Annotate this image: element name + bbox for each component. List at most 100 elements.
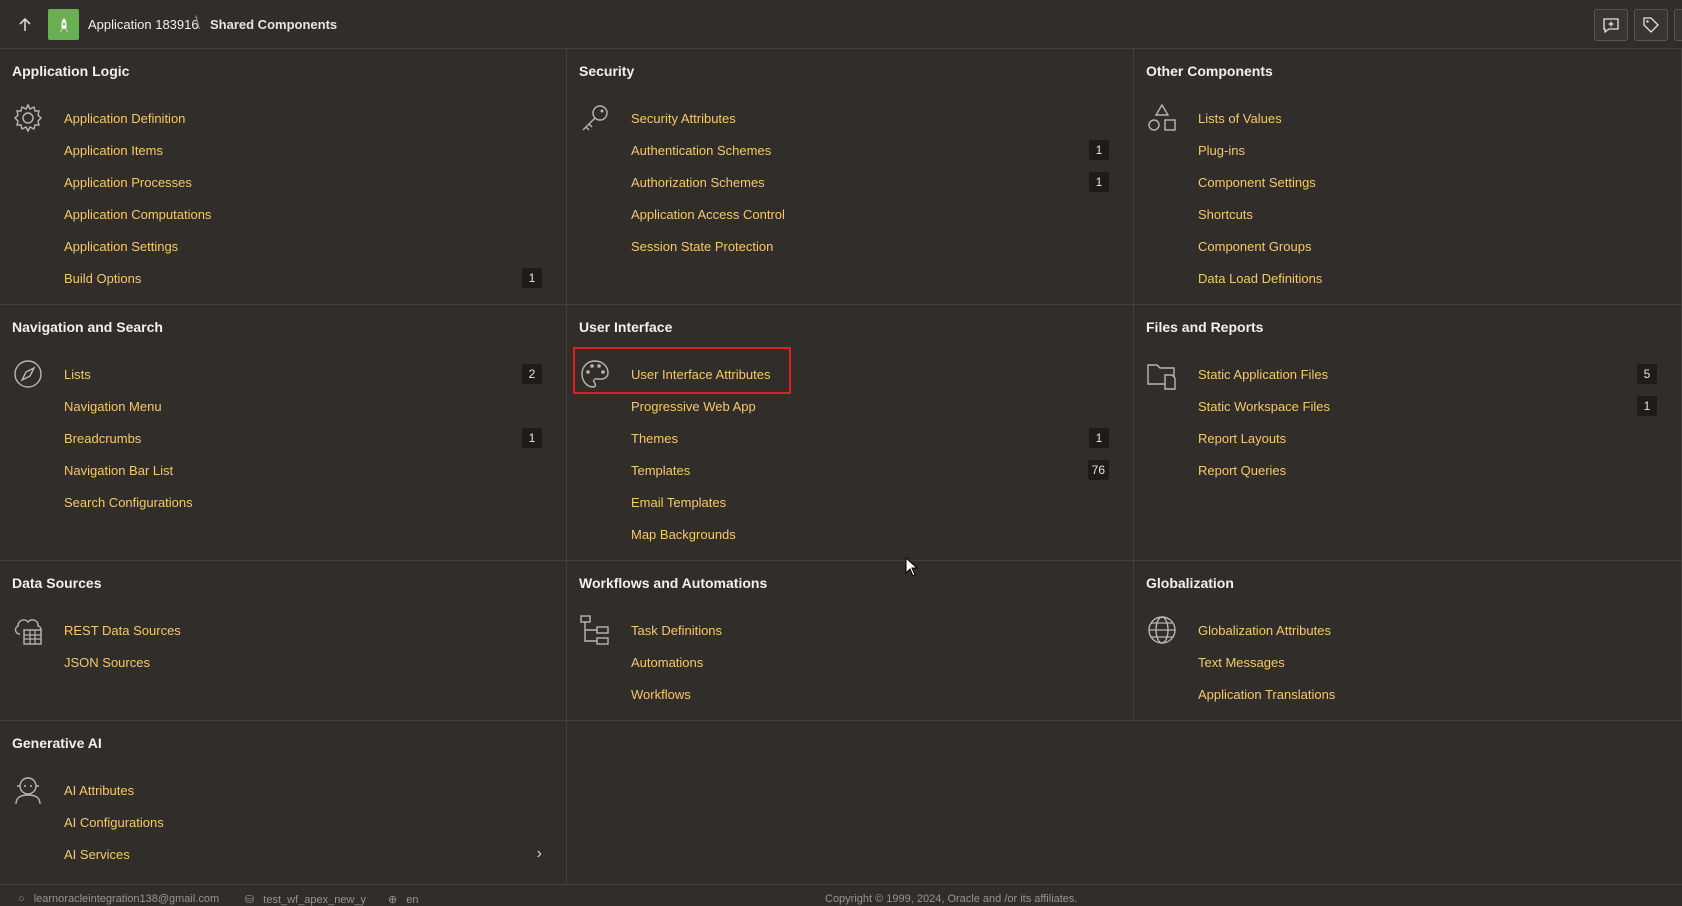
link-component-groups[interactable]: Component Groups [1198,239,1311,254]
link-row[interactable]: Static Workspace Files 1 [1198,394,1657,418]
link-row[interactable]: Data Load Definitions [1198,266,1657,290]
overflow-button[interactable] [1674,9,1682,41]
link-component-settings[interactable]: Component Settings [1198,175,1316,190]
link-email-templates[interactable]: Email Templates [631,495,726,510]
link-row[interactable]: Navigation Menu [64,394,542,418]
link-ai-configurations[interactable]: AI Configurations [64,815,164,830]
link-row[interactable]: Automations [631,650,1109,674]
link-row[interactable]: Search Configurations [64,490,542,514]
user-email: learnoracleintegration138@gmail.com [33,893,220,905]
link-application-computations[interactable]: Application Computations [64,207,211,222]
link-row[interactable]: Authentication Schemes 1 [631,138,1109,162]
link-build-options[interactable]: Build Options [64,271,141,286]
count-badge: 1 [1089,140,1109,160]
link-row[interactable]: Breadcrumbs 1 [64,426,542,450]
link-lists-of-values[interactable]: Lists of Values [1198,111,1282,126]
tag-button[interactable] [1634,9,1668,41]
link-globalization-attributes[interactable]: Globalization Attributes [1198,623,1331,638]
link-row[interactable]: Globalization Attributes [1198,618,1657,642]
link-text-messages[interactable]: Text Messages [1198,655,1285,670]
link-user-interface-attributes[interactable]: User Interface Attributes [631,367,770,382]
link-row[interactable]: AI Attributes [64,778,542,802]
link-authorization-schemes[interactable]: Authorization Schemes [631,175,765,190]
link-application-translations[interactable]: Application Translations [1198,687,1335,702]
link-row[interactable]: JSON Sources [64,650,542,674]
feedback-button[interactable] [1594,9,1628,41]
link-application-items[interactable]: Application Items [64,143,163,158]
link-row[interactable]: Plug-ins [1198,138,1657,162]
link-row[interactable]: Templates 76 [631,458,1109,482]
card-data-sources: Data Sources REST Data Sources JSON Source… [0,561,567,721]
link-navigation-bar-list[interactable]: Navigation Bar List [64,463,173,478]
link-search-configurations[interactable]: Search Configurations [64,495,193,510]
link-breadcrumbs[interactable]: Breadcrumbs [64,431,141,446]
link-ai-attributes[interactable]: AI Attributes [64,783,134,798]
link-row[interactable]: Task Definitions [631,618,1109,642]
link-row[interactable]: Lists of Values [1198,106,1657,130]
link-session-state-protection[interactable]: Session State Protection [631,239,773,254]
link-row[interactable]: Navigation Bar List [64,458,542,482]
link-lists[interactable]: Lists [64,367,91,382]
link-row[interactable]: Component Groups [1198,234,1657,258]
link-static-application-files[interactable]: Static Application Files [1198,367,1328,382]
shapes-icon [1146,102,1178,134]
link-workflows[interactable]: Workflows [631,687,691,702]
app-icon[interactable] [48,9,79,40]
link-row[interactable]: REST Data Sources [64,618,542,642]
link-row[interactable]: AI Configurations [64,810,542,834]
link-row[interactable]: Application Access Control [631,202,1109,226]
link-row[interactable]: Lists 2 [64,362,542,386]
link-authentication-schemes[interactable]: Authentication Schemes [631,143,771,158]
link-row[interactable]: Application Translations [1198,682,1657,706]
link-row[interactable]: Map Backgrounds [631,522,1109,546]
link-row[interactable]: Build Options 1 [64,266,542,290]
link-row[interactable]: Report Layouts [1198,426,1657,450]
link-ai-services[interactable]: AI Services [64,847,130,862]
link-row[interactable]: Application Computations [64,202,542,226]
link-templates[interactable]: Templates [631,463,690,478]
link-row[interactable]: AI Services › [64,842,542,866]
link-row[interactable]: Email Templates [631,490,1109,514]
link-row[interactable]: Progressive Web App [631,394,1109,418]
link-map-backgrounds[interactable]: Map Backgrounds [631,527,736,542]
link-json-sources[interactable]: JSON Sources [64,655,150,670]
link-row[interactable]: Authorization Schemes 1 [631,170,1109,194]
count-badge: 1 [1089,428,1109,448]
link-progressive-web-app[interactable]: Progressive Web App [631,399,756,414]
link-plug-ins[interactable]: Plug-ins [1198,143,1245,158]
card-title: Navigation and Search [12,319,163,335]
link-report-layouts[interactable]: Report Layouts [1198,431,1286,446]
link-automations[interactable]: Automations [631,655,703,670]
link-row[interactable]: Shortcuts [1198,202,1657,226]
link-row[interactable]: Application Definition [64,106,542,130]
link-task-definitions[interactable]: Task Definitions [631,623,722,638]
arrow-up-icon[interactable] [16,16,34,34]
link-row[interactable]: Component Settings [1198,170,1657,194]
link-security-attributes[interactable]: Security Attributes [631,111,736,126]
link-data-load-definitions[interactable]: Data Load Definitions [1198,271,1322,286]
link-row[interactable]: Session State Protection [631,234,1109,258]
link-row[interactable]: Workflows [631,682,1109,706]
link-row[interactable]: Static Application Files 5 [1198,362,1657,386]
link-static-workspace-files[interactable]: Static Workspace Files [1198,399,1330,414]
link-application-definition[interactable]: Application Definition [64,111,185,126]
link-themes[interactable]: Themes [631,431,678,446]
chevron-right-icon[interactable]: › [537,845,542,863]
card-title: Security [579,63,635,79]
link-row[interactable]: Text Messages [1198,650,1657,674]
link-row[interactable]: Application Settings [64,234,542,258]
link-report-queries[interactable]: Report Queries [1198,463,1286,478]
link-row[interactable]: Themes 1 [631,426,1109,450]
link-row[interactable]: User Interface Attributes [631,362,1109,386]
breadcrumb-application[interactable]: Application 183916 [88,17,199,32]
link-row[interactable]: Application Processes [64,170,542,194]
link-row[interactable]: Report Queries [1198,458,1657,482]
link-rest-data-sources[interactable]: REST Data Sources [64,623,181,638]
link-application-settings[interactable]: Application Settings [64,239,178,254]
link-row[interactable]: Application Items [64,138,542,162]
link-row[interactable]: Security Attributes [631,106,1109,130]
link-application-access-control[interactable]: Application Access Control [631,207,785,222]
link-application-processes[interactable]: Application Processes [64,175,192,190]
link-shortcuts[interactable]: Shortcuts [1198,207,1253,222]
link-navigation-menu[interactable]: Navigation Menu [64,399,162,414]
